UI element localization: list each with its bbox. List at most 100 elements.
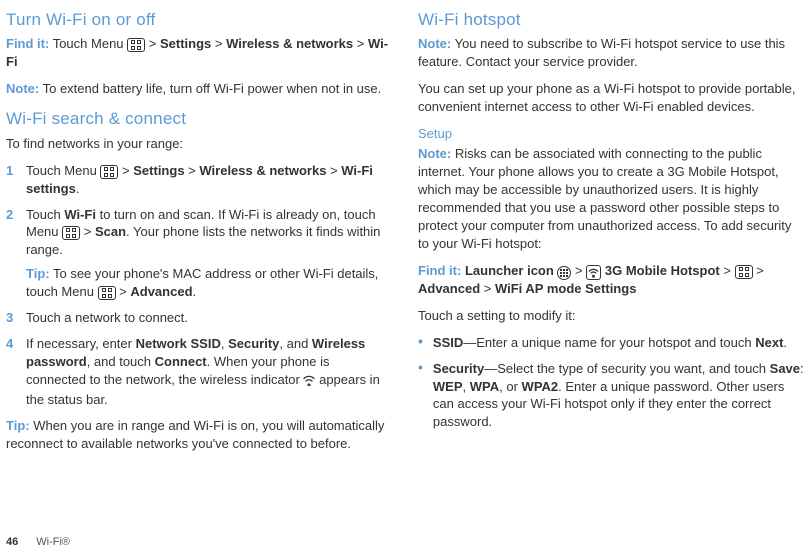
text: ,: [221, 336, 228, 351]
note-label: Note:: [418, 146, 451, 161]
bullet-icon: •: [418, 334, 423, 352]
item-body: SSID—Enter a unique name for your hotspo…: [433, 334, 804, 352]
list-item: • Security—Select the type of security y…: [418, 360, 804, 432]
text: To see your phone's MAC address or other…: [26, 266, 378, 299]
scan-label: Scan: [95, 224, 126, 239]
note-subscribe: Note: You need to subscribe to Wi-Fi hot…: [418, 35, 804, 71]
text: >: [720, 263, 735, 278]
find-it-line: Find it: Touch Menu > Settings > Wireles…: [6, 35, 392, 71]
ssid-label: SSID: [433, 335, 463, 350]
step-number: 2: [6, 206, 16, 302]
page-footer: 46 Wi-Fi®: [6, 535, 70, 550]
step-number: 4: [6, 335, 16, 409]
hotspot-description: You can set up your phone as a Wi-Fi hot…: [418, 80, 804, 116]
list-item: • SSID—Enter a unique name for your hots…: [418, 334, 804, 352]
text: —Enter a unique name for your hotspot an…: [463, 335, 755, 350]
menu-icon: [98, 286, 116, 300]
bullet-icon: •: [418, 360, 423, 432]
launcher-icon: [557, 266, 571, 280]
settings-list: • SSID—Enter a unique name for your hots…: [418, 334, 804, 432]
text: :: [800, 361, 804, 376]
note-battery: Note: To extend battery life, turn off W…: [6, 80, 392, 98]
menu-icon: [127, 38, 145, 52]
settings-label: Settings: [160, 36, 211, 51]
text: >: [185, 163, 200, 178]
text: Risks can be associated with connecting …: [418, 146, 791, 251]
wifi-icon: [303, 373, 315, 391]
find-it-hotspot: Find it: Launcher icon > 3G Mobile Hotsp…: [418, 262, 804, 298]
text: >: [145, 36, 160, 51]
text: , and: [279, 336, 312, 351]
list-item: 2 Touch Wi-Fi to turn on and scan. If Wi…: [6, 206, 392, 302]
item-body: Security—Select the type of security you…: [433, 360, 804, 432]
hotspot-icon: [586, 265, 601, 280]
text: , and touch: [87, 354, 155, 369]
settings-label: Settings: [133, 163, 184, 178]
steps-list: 1 Touch Menu > Settings > Wireless & net…: [6, 162, 392, 409]
step-number: 1: [6, 162, 16, 198]
advanced-label: Advanced: [130, 284, 192, 299]
text: >: [118, 163, 133, 178]
wireless-networks-label: Wireless & networks: [226, 36, 353, 51]
note-risks: Note: Risks can be associated with conne…: [418, 145, 804, 253]
launcher-icon-label: Launcher icon: [465, 263, 554, 278]
save-label: Save: [770, 361, 800, 376]
section-name: Wi-Fi®: [36, 536, 70, 548]
text: .: [193, 284, 197, 299]
text: .: [783, 335, 787, 350]
find-it-label: Find it:: [6, 36, 49, 51]
step-body: Touch Wi-Fi to turn on and scan. If Wi-F…: [26, 206, 392, 302]
step-body: Touch Menu > Settings > Wireless & netwo…: [26, 162, 392, 198]
menu-icon: [100, 165, 118, 179]
text: When you are in range and Wi-Fi is on, y…: [6, 418, 384, 451]
text: Touch: [26, 207, 64, 222]
security-label: Security: [228, 336, 279, 351]
heading-search-connect: Wi-Fi search & connect: [6, 107, 392, 130]
text: Touch Menu: [26, 163, 100, 178]
page-number: 46: [6, 536, 18, 548]
text: ,: [463, 379, 470, 394]
text: >: [116, 284, 131, 299]
next-label: Next: [755, 335, 783, 350]
tip-label: Tip:: [26, 266, 50, 281]
menu-icon: [62, 226, 80, 240]
list-item: 4 If necessary, enter Network SSID, Secu…: [6, 335, 392, 409]
find-it-label: Find it:: [418, 263, 461, 278]
text: >: [326, 163, 341, 178]
intro-text: To find networks in your range:: [6, 135, 392, 153]
text: If necessary, enter: [26, 336, 136, 351]
left-column: Turn Wi-Fi on or off Find it: Touch Menu…: [6, 6, 392, 462]
text: , or: [499, 379, 521, 394]
text: >: [480, 281, 495, 296]
3g-mobile-hotspot-label: 3G Mobile Hotspot: [605, 263, 720, 278]
text: >: [80, 224, 95, 239]
tip-block: Tip: To see your phone's MAC address or …: [26, 265, 392, 301]
text: —Select the type of security you want, a…: [484, 361, 769, 376]
text: To extend battery life, turn off Wi-Fi p…: [39, 81, 381, 96]
text: >: [753, 263, 764, 278]
text: Touch Menu: [49, 36, 127, 51]
network-ssid-label: Network SSID: [136, 336, 221, 351]
tip-label: Tip:: [6, 418, 30, 433]
right-column: Wi-Fi hotspot Note: You need to subscrib…: [418, 6, 804, 462]
text: You need to subscribe to Wi-Fi hotspot s…: [418, 36, 785, 69]
wifi-ap-mode-label: WiFi AP mode Settings: [495, 281, 636, 296]
wep-label: WEP: [433, 379, 463, 394]
advanced-label: Advanced: [418, 281, 480, 296]
security-label: Security: [433, 361, 484, 376]
note-label: Note:: [6, 81, 39, 96]
step-number: 3: [6, 309, 16, 327]
heading-hotspot: Wi-Fi hotspot: [418, 8, 804, 31]
wifi-label: Wi-Fi: [64, 207, 96, 222]
heading-turn-wifi: Turn Wi-Fi on or off: [6, 8, 392, 31]
list-item: 1 Touch Menu > Settings > Wireless & net…: [6, 162, 392, 198]
connect-label: Connect: [155, 354, 207, 369]
text: >: [571, 263, 586, 278]
modify-intro: Touch a setting to modify it:: [418, 307, 804, 325]
text: >: [211, 36, 226, 51]
subheading-setup: Setup: [418, 125, 804, 143]
text: >: [353, 36, 368, 51]
list-item: 3 Touch a network to connect.: [6, 309, 392, 327]
wireless-networks-label: Wireless & networks: [199, 163, 326, 178]
step-body: If necessary, enter Network SSID, Securi…: [26, 335, 392, 409]
